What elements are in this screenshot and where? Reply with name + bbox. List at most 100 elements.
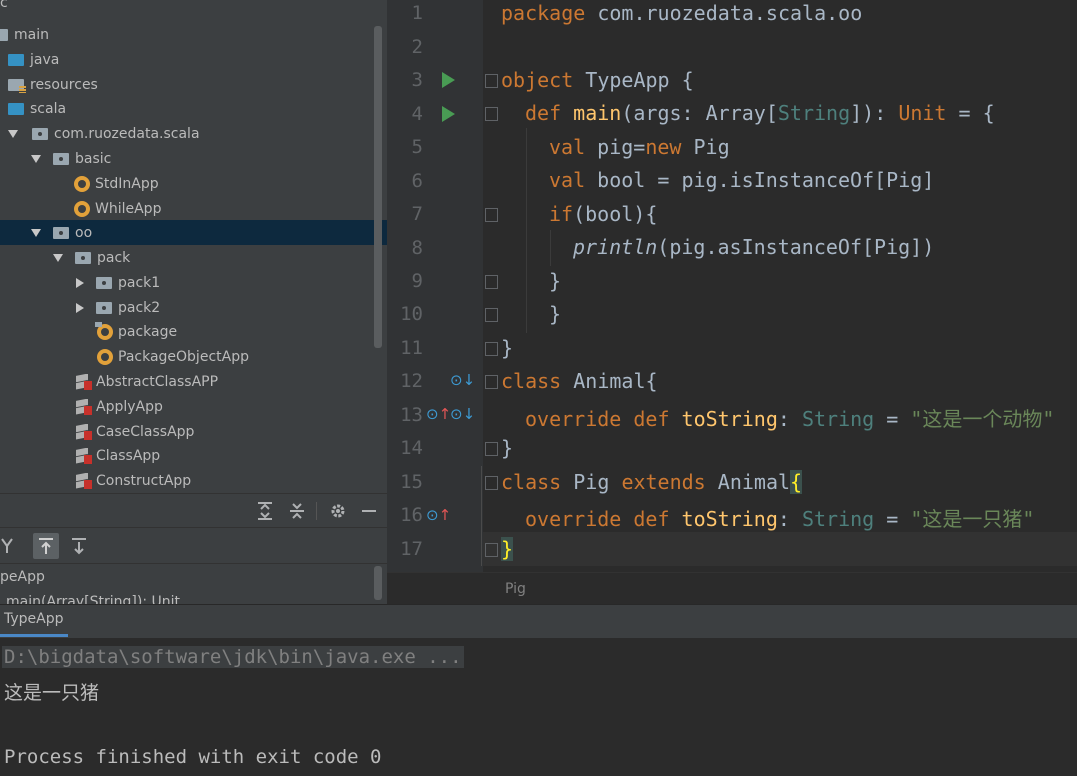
code-line: }: [549, 302, 562, 326]
structure-view: peApp main(Array[String]): Unit: [0, 563, 387, 604]
tree-item-caseclassapp[interactable]: CaseClassApp: [0, 419, 372, 444]
tree-item-label: resources: [30, 76, 98, 93]
tree-item-java[interactable]: java: [0, 47, 372, 72]
line-number: 12: [400, 370, 423, 392]
tree-item-label: main: [14, 26, 49, 43]
tree-item-com-ruozedata-scala[interactable]: com.ruozedata.scala: [0, 121, 372, 146]
structure-item-main[interactable]: main(Array[String]): Unit: [6, 594, 180, 604]
tree-item-pack1[interactable]: pack1: [0, 270, 372, 295]
fold-marker-icon[interactable]: [485, 208, 498, 222]
code-line: object TypeApp {: [501, 68, 694, 92]
tree-item-label: StdInApp: [95, 175, 159, 192]
scala-object-icon: [74, 175, 90, 192]
tree-item-label: oo: [75, 224, 93, 241]
fold-marker-icon[interactable]: [485, 476, 498, 490]
project-tree: c main java resources scala com.ruozedat…: [0, 0, 387, 493]
tree-item-pack[interactable]: pack: [0, 245, 372, 270]
line-number: 6: [411, 170, 423, 192]
minimize-icon[interactable]: [361, 502, 377, 520]
line-number: 8: [411, 237, 423, 259]
fold-marker-icon[interactable]: [485, 74, 498, 88]
tree-item-packageobjectapp[interactable]: PackageObjectApp: [0, 344, 372, 369]
line-number: 5: [411, 136, 423, 158]
tree-item-label: basic: [75, 150, 112, 167]
tree-item-applyapp[interactable]: ApplyApp: [0, 394, 372, 419]
line-number: 4: [411, 103, 423, 125]
breadcrumb-item[interactable]: Pig: [505, 581, 526, 597]
run-icon[interactable]: [442, 106, 455, 122]
code-line: val bool = pig.isInstanceOf[Pig]: [549, 168, 935, 192]
tree-item-scala[interactable]: scala: [0, 96, 372, 121]
package-icon: [75, 251, 91, 264]
collapse-arrow-icon[interactable]: [76, 277, 84, 288]
expand-arrow-icon[interactable]: [53, 253, 63, 262]
tree-item-classapp[interactable]: ClassApp: [0, 443, 372, 468]
tree-item-package[interactable]: package: [0, 319, 372, 344]
scala-file-icon: [76, 472, 92, 489]
expand-all-icon[interactable]: [257, 502, 273, 520]
code-editor[interactable]: 1 2 3 4 5 6 7 8 9 10 11 12 13 14 15 16 1…: [387, 0, 1077, 572]
collapse-all-icon[interactable]: [289, 502, 305, 520]
tree-item-stdinapp[interactable]: StdInApp: [0, 171, 372, 196]
inherited-icon[interactable]: [0, 537, 14, 555]
sort-down-icon[interactable]: [71, 537, 87, 555]
code-line: class Animal{: [501, 369, 658, 393]
breadcrumb: Pig: [387, 572, 1077, 605]
package-icon: [53, 152, 69, 165]
tree-item-label: pack: [97, 249, 131, 266]
code-line: val pig=new Pig: [549, 135, 730, 159]
tree-item-oo[interactable]: oo: [0, 220, 387, 245]
tree-item-basic[interactable]: basic: [0, 146, 372, 171]
scala-file-icon: [76, 398, 92, 415]
tree-item-label: scala: [30, 100, 67, 117]
fold-marker-icon[interactable]: [485, 107, 498, 121]
expand-arrow-icon[interactable]: [8, 129, 18, 138]
overridden-icon[interactable]: ⊙↓: [450, 371, 475, 389]
run-console[interactable]: D:\bigdata\software\jdk\bin\java.exe ...…: [0, 638, 1077, 776]
line-number: 17: [400, 538, 423, 560]
tree-item-resources[interactable]: resources: [0, 72, 372, 97]
collapse-arrow-icon[interactable]: [76, 302, 84, 313]
fold-marker-icon[interactable]: [485, 375, 498, 389]
structure-scrollbar[interactable]: [374, 566, 382, 600]
tree-item-constructapp[interactable]: ConstructApp: [0, 468, 372, 493]
tree-item-abstractclassapp[interactable]: AbstractClassAPP: [0, 369, 372, 394]
fold-marker-icon[interactable]: [485, 275, 498, 289]
indent-guide: [481, 466, 482, 566]
code-line: if(bool){: [549, 202, 658, 226]
fold-marker-icon[interactable]: [485, 543, 498, 557]
tree-item-label: package: [118, 323, 178, 340]
tree-item-main[interactable]: main: [0, 22, 372, 47]
tree-item-label: AbstractClassAPP: [96, 373, 219, 390]
line-number: 14: [400, 437, 423, 459]
tree-item-whileapp[interactable]: WhileApp: [0, 196, 372, 221]
scala-object-icon: [74, 200, 90, 217]
fold-marker-icon[interactable]: [485, 342, 498, 356]
gear-icon[interactable]: [329, 502, 347, 520]
fold-marker-icon[interactable]: [485, 442, 498, 456]
tree-item-label: CaseClassApp: [96, 423, 195, 440]
overrides-icon[interactable]: ⊙↑: [426, 405, 451, 423]
run-tool-window-tabs: TypeApp: [0, 604, 1077, 639]
structure-item-object[interactable]: peApp: [0, 569, 45, 585]
overrides-icon[interactable]: ⊙↑: [426, 506, 451, 524]
fold-marker-icon[interactable]: [485, 308, 498, 322]
indent-guide: [526, 128, 527, 333]
resources-folder-icon: [8, 78, 26, 93]
run-icon[interactable]: [442, 72, 455, 88]
overridden-icon[interactable]: ⊙↓: [450, 405, 475, 423]
line-number: 3: [411, 69, 423, 91]
tree-item-label: com.ruozedata.scala: [54, 125, 200, 142]
line-number: 15: [400, 471, 423, 493]
tree-scrollbar[interactable]: [374, 26, 382, 348]
tree-item-label: pack1: [118, 274, 161, 291]
sort-up-button[interactable]: [33, 533, 59, 559]
expand-arrow-icon[interactable]: [31, 228, 41, 237]
console-exit-line: Process finished with exit code 0: [4, 746, 382, 768]
line-number: 13: [400, 404, 423, 426]
expand-arrow-icon[interactable]: [31, 154, 41, 163]
tree-item-pack2[interactable]: pack2: [0, 295, 372, 320]
run-tab-typeapp[interactable]: TypeApp: [0, 611, 68, 637]
tree-partial-row: c: [0, 0, 8, 11]
structure-sort-bar: [0, 527, 387, 564]
